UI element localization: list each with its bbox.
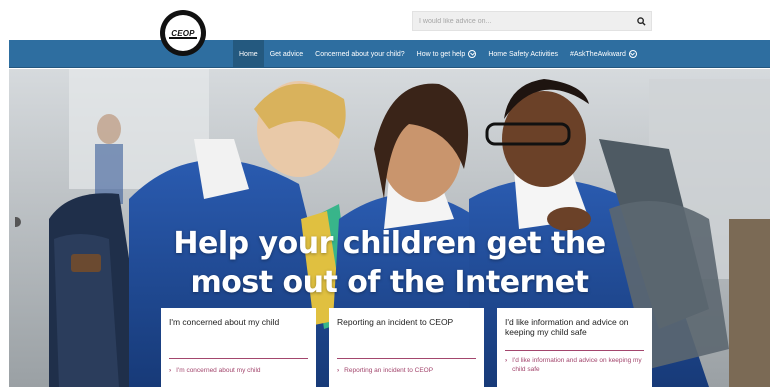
- card-divider: [505, 350, 644, 351]
- search-input[interactable]: [413, 12, 631, 30]
- nav-item-home-safety[interactable]: Home Safety Activities: [482, 40, 564, 68]
- card-link-label: I'd like information and advice on keepi…: [512, 357, 642, 373]
- chevron-right-icon: ›: [337, 367, 340, 374]
- card-link-information[interactable]: › I'd like information and advice on kee…: [505, 356, 644, 374]
- hero-headline-line1: Help your children get the: [173, 226, 606, 261]
- card-link-reporting[interactable]: › Reporting an incident to CEOP: [337, 366, 476, 375]
- search-box: [412, 11, 652, 31]
- card-link-label: Reporting an incident to CEOP: [344, 367, 434, 374]
- card-concerned: I'm concerned about my child › I'm conce…: [161, 308, 316, 387]
- card-link-concerned[interactable]: › I'm concerned about my child: [169, 366, 308, 375]
- nav-item-how-to-get-help[interactable]: How to get help: [411, 40, 483, 68]
- nav-item-label: #AskTheAwkward: [569, 50, 626, 58]
- card-divider: [169, 358, 308, 359]
- nav-item-label: Home: [239, 50, 258, 58]
- nav-item-label: Concerned about your child?: [315, 50, 405, 58]
- main-navigation: Home Get advice Concerned about your chi…: [9, 40, 770, 68]
- hero-banner: Help your children get the most out of t…: [9, 69, 770, 387]
- card-title: Reporting an incident to CEOP: [337, 317, 454, 327]
- card-title: I'd like information and advice on keepi…: [505, 317, 629, 337]
- nav-item-label: Get advice: [269, 50, 304, 58]
- search-button[interactable]: [631, 12, 651, 30]
- nav-item-concerned[interactable]: Concerned about your child?: [309, 40, 411, 68]
- card-link-label: I'm concerned about my child: [176, 367, 261, 374]
- nav-item-home[interactable]: Home: [233, 40, 264, 68]
- card-title: I'm concerned about my child: [169, 317, 280, 327]
- logo-underline: [169, 37, 197, 39]
- card-reporting: Reporting an incident to CEOP › Reportin…: [329, 308, 484, 387]
- header: [0, 0, 770, 40]
- card-divider: [337, 358, 476, 359]
- card-information: I'd like information and advice on keepi…: [497, 308, 652, 387]
- hero-headline-line2: most out of the Internet: [190, 265, 589, 300]
- chevron-down-icon: [628, 50, 637, 58]
- chevron-right-icon: ›: [505, 357, 508, 364]
- nav-item-get-advice[interactable]: Get advice: [264, 40, 309, 68]
- nav-items: Home Get advice Concerned about your chi…: [233, 40, 643, 68]
- chevron-right-icon: ›: [169, 367, 172, 374]
- search-icon: [636, 16, 646, 26]
- nav-item-asktheawkward[interactable]: #AskTheAwkward: [564, 40, 643, 68]
- nav-item-label: Home Safety Activities: [488, 50, 558, 58]
- chevron-down-icon: [468, 50, 477, 58]
- nav-item-label: How to get help: [416, 50, 466, 58]
- logo-ring: CEOP: [165, 15, 201, 51]
- ceop-logo[interactable]: CEOP: [160, 10, 206, 56]
